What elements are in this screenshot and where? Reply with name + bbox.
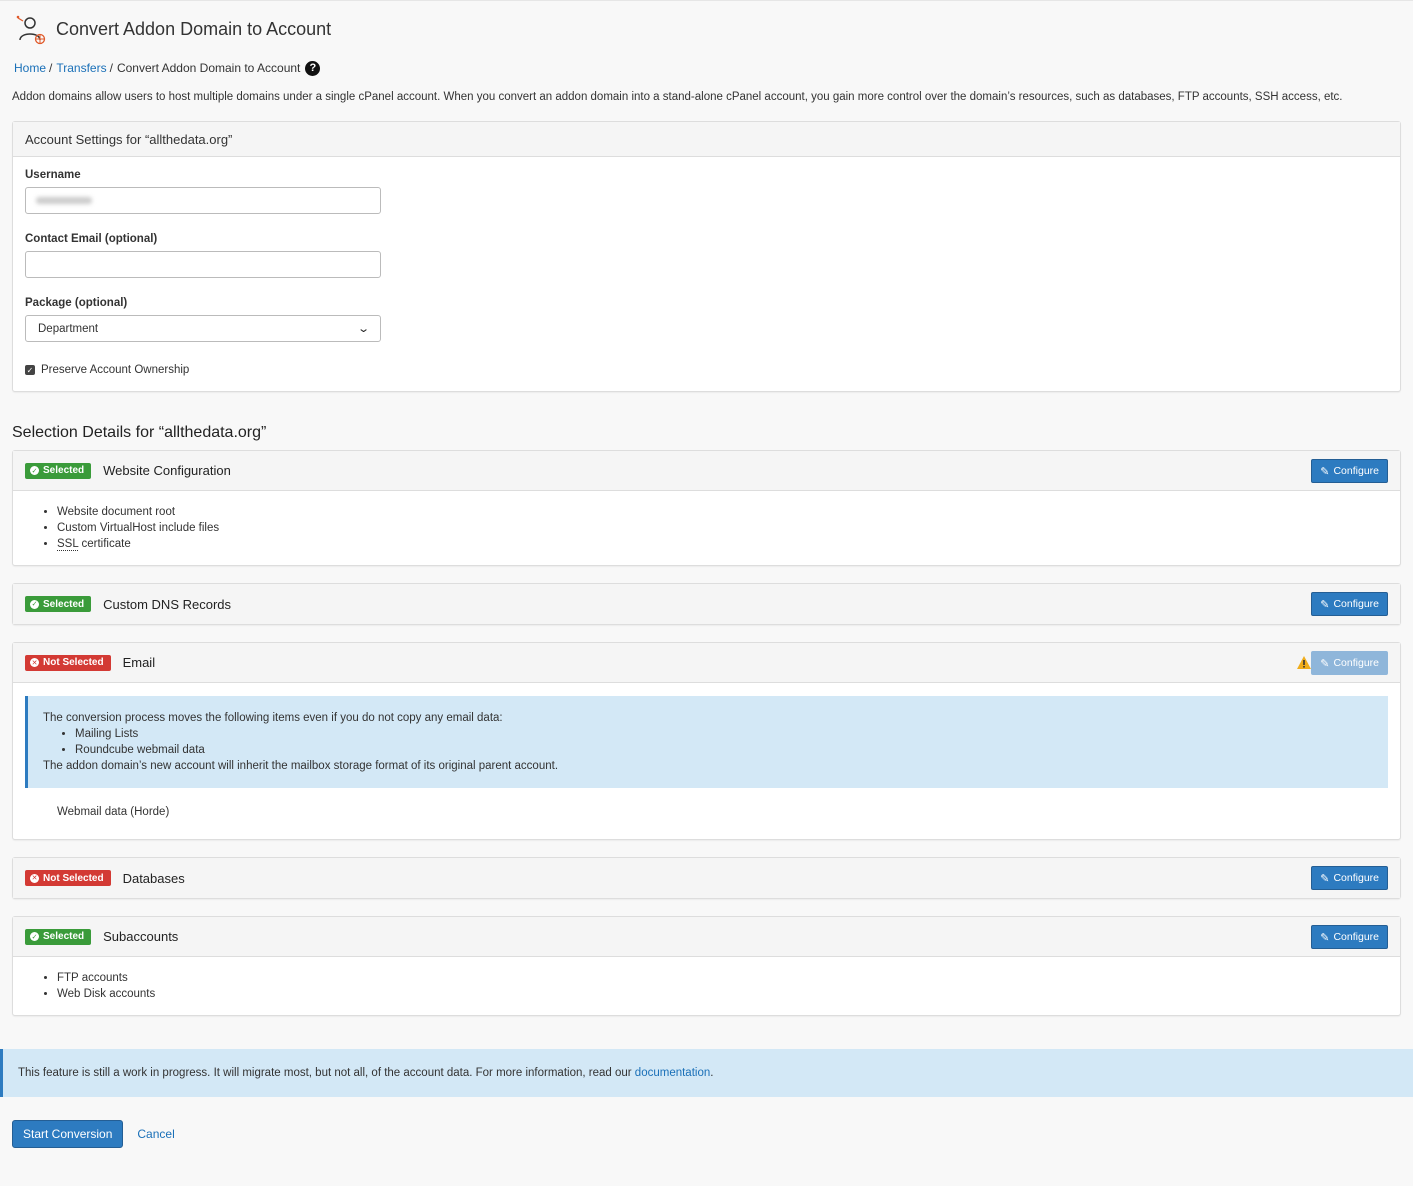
configure-label: Configure [1333,872,1379,884]
warning-icon [1297,656,1311,669]
website-configuration-panel: ✓ Selected Website Configuration ✎ Configu… [12,450,1401,566]
contact-email-label: Contact Email (optional) [25,233,158,245]
pencil-icon: ✎ [1320,465,1330,478]
status-badge: ✓ Selected [25,596,92,612]
subaccounts-body: FTP accounts Web Disk accounts [13,957,1400,1015]
cancel-link[interactable]: Cancel [137,1127,174,1141]
pencil-icon: ✎ [1320,598,1330,611]
work-in-progress-notice: This feature is still a work in progress… [0,1049,1413,1097]
email-panel: ✕ Not Selected Email ✎ Configure The conve… [12,642,1401,840]
list-item-text: certificate [81,538,131,550]
subaccounts-panel: ✓ Selected Subaccounts ✎Configure FTP acc… [12,916,1401,1016]
section-title: Subaccounts [103,929,179,944]
section-title: Custom DNS Records [103,596,232,612]
website-configuration-heading: ✓ Selected Website Configuration ✎ Configu… [13,451,1400,491]
pencil-icon: ✎ [1320,657,1330,670]
email-heading: ✕ Not Selected Email ✎ Configure [13,643,1400,683]
addon-convert-icon [16,15,46,45]
configure-databases-button[interactable]: ✎ Configure [1311,866,1388,890]
notice-text: This feature is still a work in progress… [18,1067,632,1079]
configure-label: Configure [1333,657,1379,669]
list-item: Website document root [57,504,1388,520]
page-title: Convert Addon Domain to Account [56,18,332,39]
status-badge-label: Selected [43,931,85,942]
list-item: FTP accounts [57,970,1388,986]
help-icon[interactable]: ? [305,60,321,76]
status-badge: ✕ Not Selected [25,870,111,886]
email-body: The conversion process moves the followi… [13,683,1400,839]
check-circle-icon: ✓ [30,932,39,941]
configure-label: Configure [1333,598,1379,610]
x-circle-icon: ✕ [30,873,39,883]
package-label: Package (optional) [25,297,128,309]
status-badge-label: Not Selected [43,872,104,884]
status-badge-label: Not Selected [43,657,104,668]
package-selected-value: Department [38,322,99,335]
page: Convert Addon Domain to Account Home / T… [0,0,1413,1186]
account-settings-form: Username Contact Email (optional) Packag… [13,157,1400,376]
contact-email-input[interactable] [25,251,381,278]
section-title: Website Configuration [103,463,231,478]
configure-subaccounts-button[interactable]: ✎ Configure [1311,925,1388,949]
selection-details-title: Selection Details for “allthedata.org” [12,424,267,441]
configure-label: Configure [1333,465,1379,477]
x-circle-icon: ✕ [30,658,39,667]
list-item: Web Disk accounts [57,986,1388,1002]
username-label: Username [25,169,81,181]
status-badge-label: Selected [43,465,85,476]
section-title: Email [122,655,156,670]
status-badge-label: Selected [43,598,85,610]
account-settings-heading: Account Settings for “allthedata.org” [13,122,1400,157]
webmail-horde-line: Webmail data (Horde) [57,806,170,818]
info-intro: The conversion process moves the followi… [43,712,503,724]
status-badge: ✓ Selected [25,462,92,479]
website-configuration-body: Website document root Custom VirtualHost… [13,491,1400,565]
ssl-abbr: SSL [57,538,79,551]
email-info-box: The conversion process moves the followi… [25,696,1388,788]
breadcrumb: Home / Transfers / Convert Addon Domain … [12,57,1401,79]
notice-end: . [710,1067,714,1079]
info-outro: The addon domain’s new account will inhe… [43,760,559,772]
configure-email-button[interactable]: ✎ Configure [1311,651,1388,675]
list-item: Roundcube webmail data [75,742,1373,758]
databases-heading: ✕ Not Selected Databases ✎ Configure [13,858,1400,898]
start-conversion-button[interactable]: Start Conversion [12,1120,124,1148]
username-input[interactable] [25,187,381,214]
check-circle-icon: ✓ [30,466,39,475]
preserve-ownership-label[interactable]: Preserve Account Ownership [41,364,189,376]
custom-dns-heading: ✓ Selected Custom DNS Records ✎ Configure [13,584,1400,624]
status-badge: ✕ Not Selected [25,654,111,671]
documentation-link[interactable]: documentation [635,1067,710,1079]
breadcrumb-current: Convert Addon Domain to Account [116,61,301,75]
custom-dns-panel: ✓ Selected Custom DNS Records ✎ Configure [12,583,1401,625]
list-item: SSL certificate [57,536,1388,552]
chevron-down-icon: ⌄ [356,323,370,335]
form-actions: Start Conversion Cancel [12,1120,1401,1148]
breadcrumb-home-link[interactable]: Home [14,61,46,75]
configure-website-button[interactable]: ✎ Configure [1311,459,1388,483]
section-title: Databases [122,870,185,886]
intro-text: Addon domains allow users to host multip… [12,91,1343,103]
subaccounts-heading: ✓ Selected Subaccounts ✎ Configure [13,917,1400,957]
configure-label: Configure [1333,931,1379,943]
pencil-icon: ✎ [1320,872,1330,885]
preserve-ownership-row: ✓ Preserve Account Ownership [25,364,1388,376]
account-settings-panel: Account Settings for “allthedata.org” Us… [12,121,1401,392]
page-header: Convert Addon Domain to Account [12,1,1401,57]
configure-dns-button[interactable]: ✎ Configure [1311,592,1388,616]
pencil-icon: ✎ [1320,931,1330,944]
list-item: Custom VirtualHost include files [57,520,1388,536]
breadcrumb-separator: / [109,61,113,75]
package-select[interactable]: Department ⌄ [25,315,381,342]
list-item: Mailing Lists [75,726,1373,742]
username-redacted-value [36,197,92,204]
status-badge: ✓ Selected [25,928,92,945]
breadcrumb-transfers-link[interactable]: Transfers [56,61,106,75]
databases-panel: ✕ Not Selected Databases ✎ Configure [12,857,1401,899]
preserve-ownership-checkbox[interactable]: ✓ [25,365,35,375]
check-circle-icon: ✓ [30,599,39,609]
breadcrumb-separator: / [49,61,53,75]
